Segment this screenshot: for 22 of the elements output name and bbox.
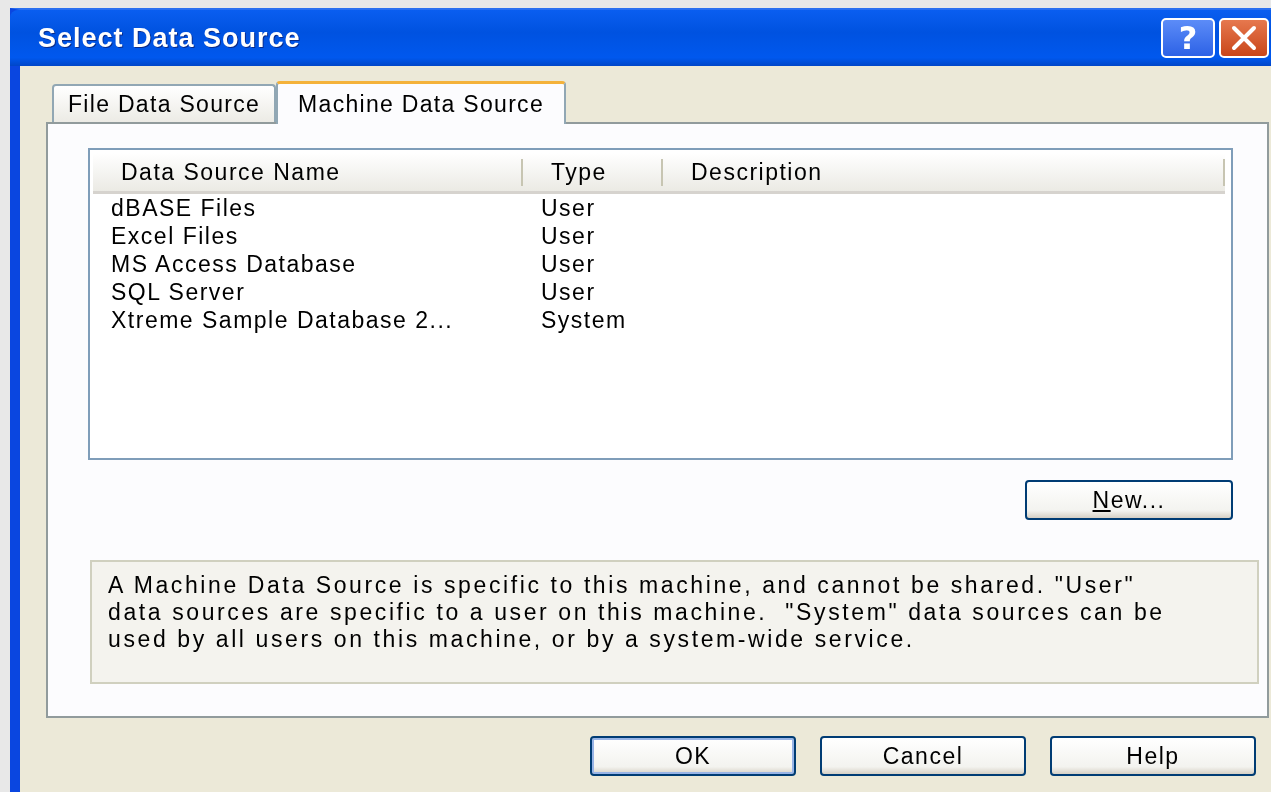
data-source-type: User: [540, 278, 597, 306]
data-source-name[interactable]: Excel Files: [93, 222, 523, 250]
data-source-type: User: [540, 250, 597, 278]
data-source-name[interactable]: SQL Server: [93, 278, 523, 306]
window-title: Select Data Source: [38, 22, 302, 54]
data-source-name[interactable]: Xtreme Sample Database 2...: [93, 306, 523, 334]
column-header[interactable]: Description: [663, 159, 1225, 186]
tab[interactable]: Machine Data Source: [276, 81, 566, 124]
dialog-button[interactable]: Help: [1050, 736, 1256, 776]
tab[interactable]: File Data Source: [52, 84, 277, 122]
data-source-name[interactable]: MS Access Database: [93, 250, 523, 278]
data-source-name[interactable]: dBASE Files: [93, 194, 523, 222]
new-button[interactable]: New...: [1025, 480, 1233, 520]
data-source-type: System: [540, 306, 628, 334]
description-text: A Machine Data Source is specific to this machine, and cannot be shared. "User" data sources are specific to a user on this machine. "System" data sources can be used by all users on this machine, or by a system-wide service.: [90, 560, 1259, 684]
dialog-button[interactable]: OK: [590, 736, 796, 776]
help-button[interactable]: ?: [1161, 18, 1215, 58]
dialog-button[interactable]: Cancel: [820, 736, 1026, 776]
column-header[interactable]: Data Source Name: [93, 159, 523, 186]
data-source-type: User: [540, 194, 597, 222]
column-header[interactable]: Type: [523, 159, 663, 186]
data-source-type: User: [540, 222, 597, 250]
